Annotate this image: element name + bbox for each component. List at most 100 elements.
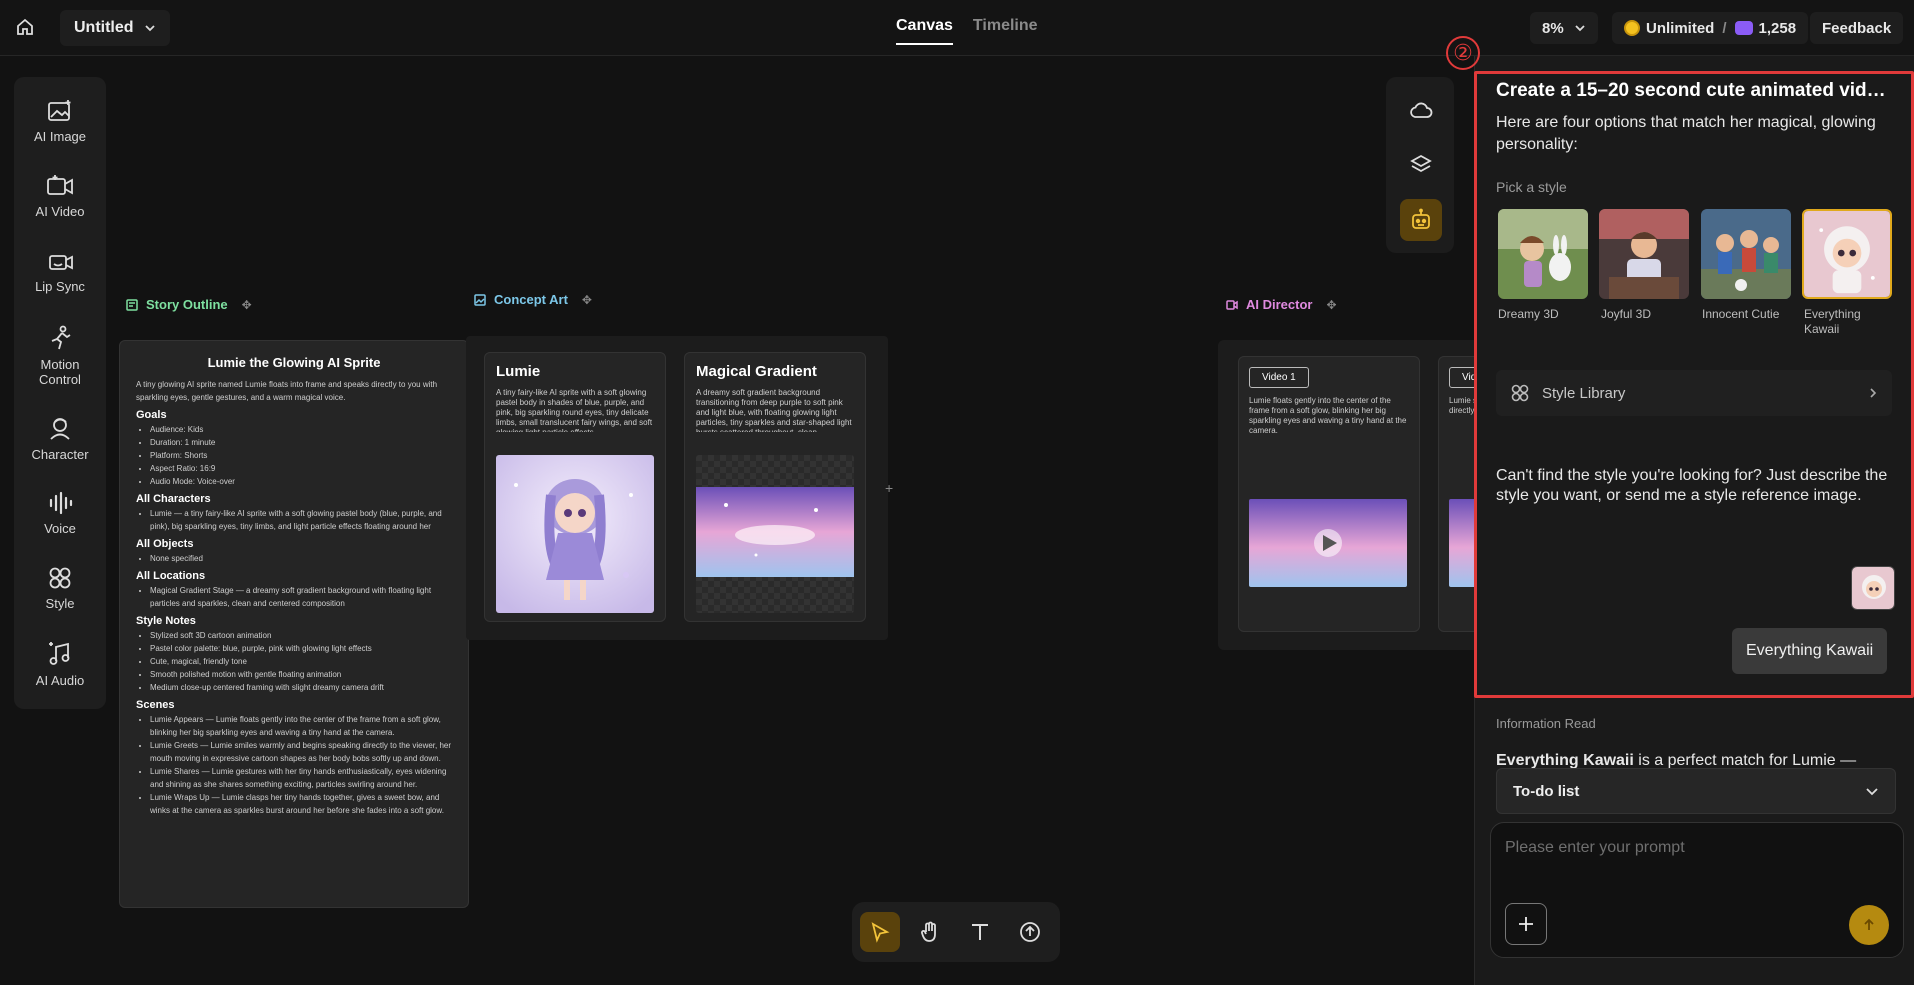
attach-button[interactable]	[1505, 903, 1547, 945]
hand-icon	[921, 921, 936, 942]
video-sparkle-icon	[47, 175, 73, 195]
style-name: Innocent Cutie	[1702, 307, 1780, 321]
style-library-button[interactable]: Style Library	[1496, 370, 1892, 416]
gradient-background-image[interactable]	[696, 455, 854, 613]
hand-tool-button[interactable]	[910, 912, 950, 952]
pick-style-label: Pick a style	[1496, 179, 1567, 195]
annotation-number: ②	[1446, 36, 1480, 70]
tool-ai-video[interactable]: AI Video	[14, 174, 106, 219]
tab-timeline[interactable]: Timeline	[973, 17, 1038, 45]
upload-tool-button[interactable]	[1010, 912, 1050, 952]
concept-desc: A tiny fairy-like AI sprite with a soft …	[496, 388, 653, 432]
select-tool-button[interactable]	[860, 912, 900, 952]
credits-count: 1,258	[1758, 19, 1797, 37]
story-intro: A tiny glowing AI sprite named Lumie flo…	[136, 380, 438, 402]
list-item: Pastel color palette: blue, purple, pink…	[150, 642, 452, 655]
tool-label: Character	[31, 447, 89, 462]
outline-icon	[126, 298, 138, 311]
ai-director-node-label[interactable]: AI Director ✥	[1226, 297, 1337, 312]
story-section-objects: All Objects None specified	[136, 538, 452, 565]
tool-ai-image[interactable]: AI Image	[14, 99, 106, 144]
feedback-button[interactable]: Feedback	[1810, 12, 1904, 44]
tool-character[interactable]: Character	[14, 415, 106, 462]
node-label-text: Concept Art	[494, 292, 568, 307]
view-tabs: Canvas Timeline	[896, 17, 1038, 45]
send-button[interactable]	[1849, 905, 1889, 945]
lip-sync-icon	[49, 255, 73, 270]
zoom-dropdown[interactable]: 8%	[1530, 12, 1598, 44]
move-icon[interactable]: ✥	[582, 293, 592, 307]
video-desc: Lumie floats gently into the center of t…	[1249, 396, 1407, 435]
selected-style-reference[interactable]	[1851, 566, 1895, 610]
ai-assistant-button[interactable]	[1400, 199, 1442, 241]
story-outline-node-label[interactable]: Story Outline ✥	[126, 297, 252, 312]
lumie-character-image[interactable]	[496, 455, 654, 613]
video-desc: Lumie smiles warmly and begins speaking …	[1449, 396, 1474, 415]
innocent-cutie-thumbnail	[1701, 209, 1791, 299]
move-icon[interactable]: ✥	[1326, 298, 1336, 312]
style-hint-text: Can't find the style you're looking for?…	[1496, 467, 1888, 504]
prompt-composer	[1490, 822, 1904, 958]
list-item: Magical Gradient Stage — a dreamy soft g…	[150, 584, 452, 610]
layers-button[interactable]	[1400, 144, 1442, 186]
concept-art-node-label[interactable]: Concept Art ✥	[474, 292, 592, 307]
list-item: Aspect Ratio: 16:9	[150, 462, 452, 475]
video-thumbnail[interactable]	[1249, 499, 1407, 587]
concept-card-lumie[interactable]: Lumie A tiny fairy-like AI sprite with a…	[484, 352, 666, 622]
move-icon[interactable]: ✥	[242, 298, 252, 312]
style-option-everything-kawaii[interactable]	[1802, 209, 1892, 299]
tab-canvas[interactable]: Canvas	[896, 17, 953, 45]
story-section-scenes: Scenes Lumie Appears — Lumie floats gent…	[136, 699, 452, 817]
arrow-up-icon	[1864, 918, 1874, 930]
video-card-1[interactable]: Video 1 Lumie floats gently into the cen…	[1238, 356, 1420, 632]
ai-director-frame: Video 1 Lumie floats gently into the cen…	[1218, 340, 1474, 650]
plus-icon	[1519, 917, 1533, 931]
video-thumbnail[interactable]	[1449, 499, 1474, 587]
credits-display[interactable]: Unlimited / 1,258	[1612, 12, 1809, 44]
section-heading: Scenes	[136, 699, 175, 711]
everything-kawaii-thumbnail	[1804, 211, 1890, 297]
cloud-icon	[1410, 102, 1433, 118]
image-icon	[474, 293, 486, 306]
video-card-2[interactable]: Video 2 Lumie smiles warmly and begins s…	[1438, 356, 1474, 632]
style-option-innocent-cutie[interactable]	[1701, 209, 1791, 299]
response-rest: is a perfect match for Lumie —	[1633, 752, 1857, 769]
text-tool-button[interactable]	[960, 912, 1000, 952]
home-button[interactable]	[12, 14, 38, 40]
project-title-dropdown[interactable]: Untitled	[60, 10, 170, 46]
style-option-joyful-3d[interactable]	[1599, 209, 1689, 299]
list-item: Duration: 1 minute	[150, 436, 452, 449]
tool-style[interactable]: Style	[14, 566, 106, 611]
section-heading: All Characters	[136, 493, 211, 505]
style-name: Joyful 3D	[1601, 307, 1652, 321]
chevron-down-icon	[144, 25, 155, 32]
kawaii-mini-thumbnail	[1852, 567, 1894, 609]
music-note-icon	[49, 642, 70, 665]
tool-motion-control[interactable]: Motion Control	[14, 325, 106, 387]
todo-list-dropdown[interactable]: To-do list	[1496, 768, 1896, 814]
tool-voice[interactable]: Voice	[14, 491, 106, 536]
add-node-button[interactable]: +	[885, 480, 893, 496]
style-option-dreamy-3d[interactable]	[1498, 209, 1588, 299]
list-item: Platform: Shorts	[150, 449, 452, 462]
tool-label: Voice	[44, 521, 76, 536]
left-toolbar: AI Image AI Video Lip Sync Motion Contro…	[14, 77, 106, 709]
chevron-down-icon	[1575, 25, 1585, 32]
node-label-text: Story Outline	[146, 297, 228, 312]
tool-label: AI Audio	[35, 673, 85, 688]
prompt-input[interactable]	[1505, 839, 1885, 857]
home-icon	[17, 18, 33, 35]
story-outline-card[interactable]: Lumie the Glowing AI Sprite A tiny glowi…	[119, 340, 469, 908]
tool-ai-audio[interactable]: AI Audio	[14, 641, 106, 688]
list-item: Medium close-up centered framing with sl…	[150, 681, 452, 694]
tool-lip-sync[interactable]: Lip Sync	[14, 249, 106, 294]
user-message-bubble: Everything Kawaii	[1732, 628, 1888, 674]
section-heading: Goals	[136, 409, 167, 421]
concept-card-magical-gradient[interactable]: Magical Gradient A dreamy soft gradient …	[684, 352, 866, 622]
style-icon	[1511, 384, 1529, 402]
cloud-button[interactable]	[1400, 89, 1442, 131]
story-section-locations: All Locations Magical Gradient Stage — a…	[136, 570, 452, 610]
chat-title: Create a 15–20 second cute animated vide…	[1496, 80, 1896, 101]
canvas-tools	[852, 902, 1060, 962]
highlighted-style-name: Everything Kawaii	[1496, 752, 1634, 769]
